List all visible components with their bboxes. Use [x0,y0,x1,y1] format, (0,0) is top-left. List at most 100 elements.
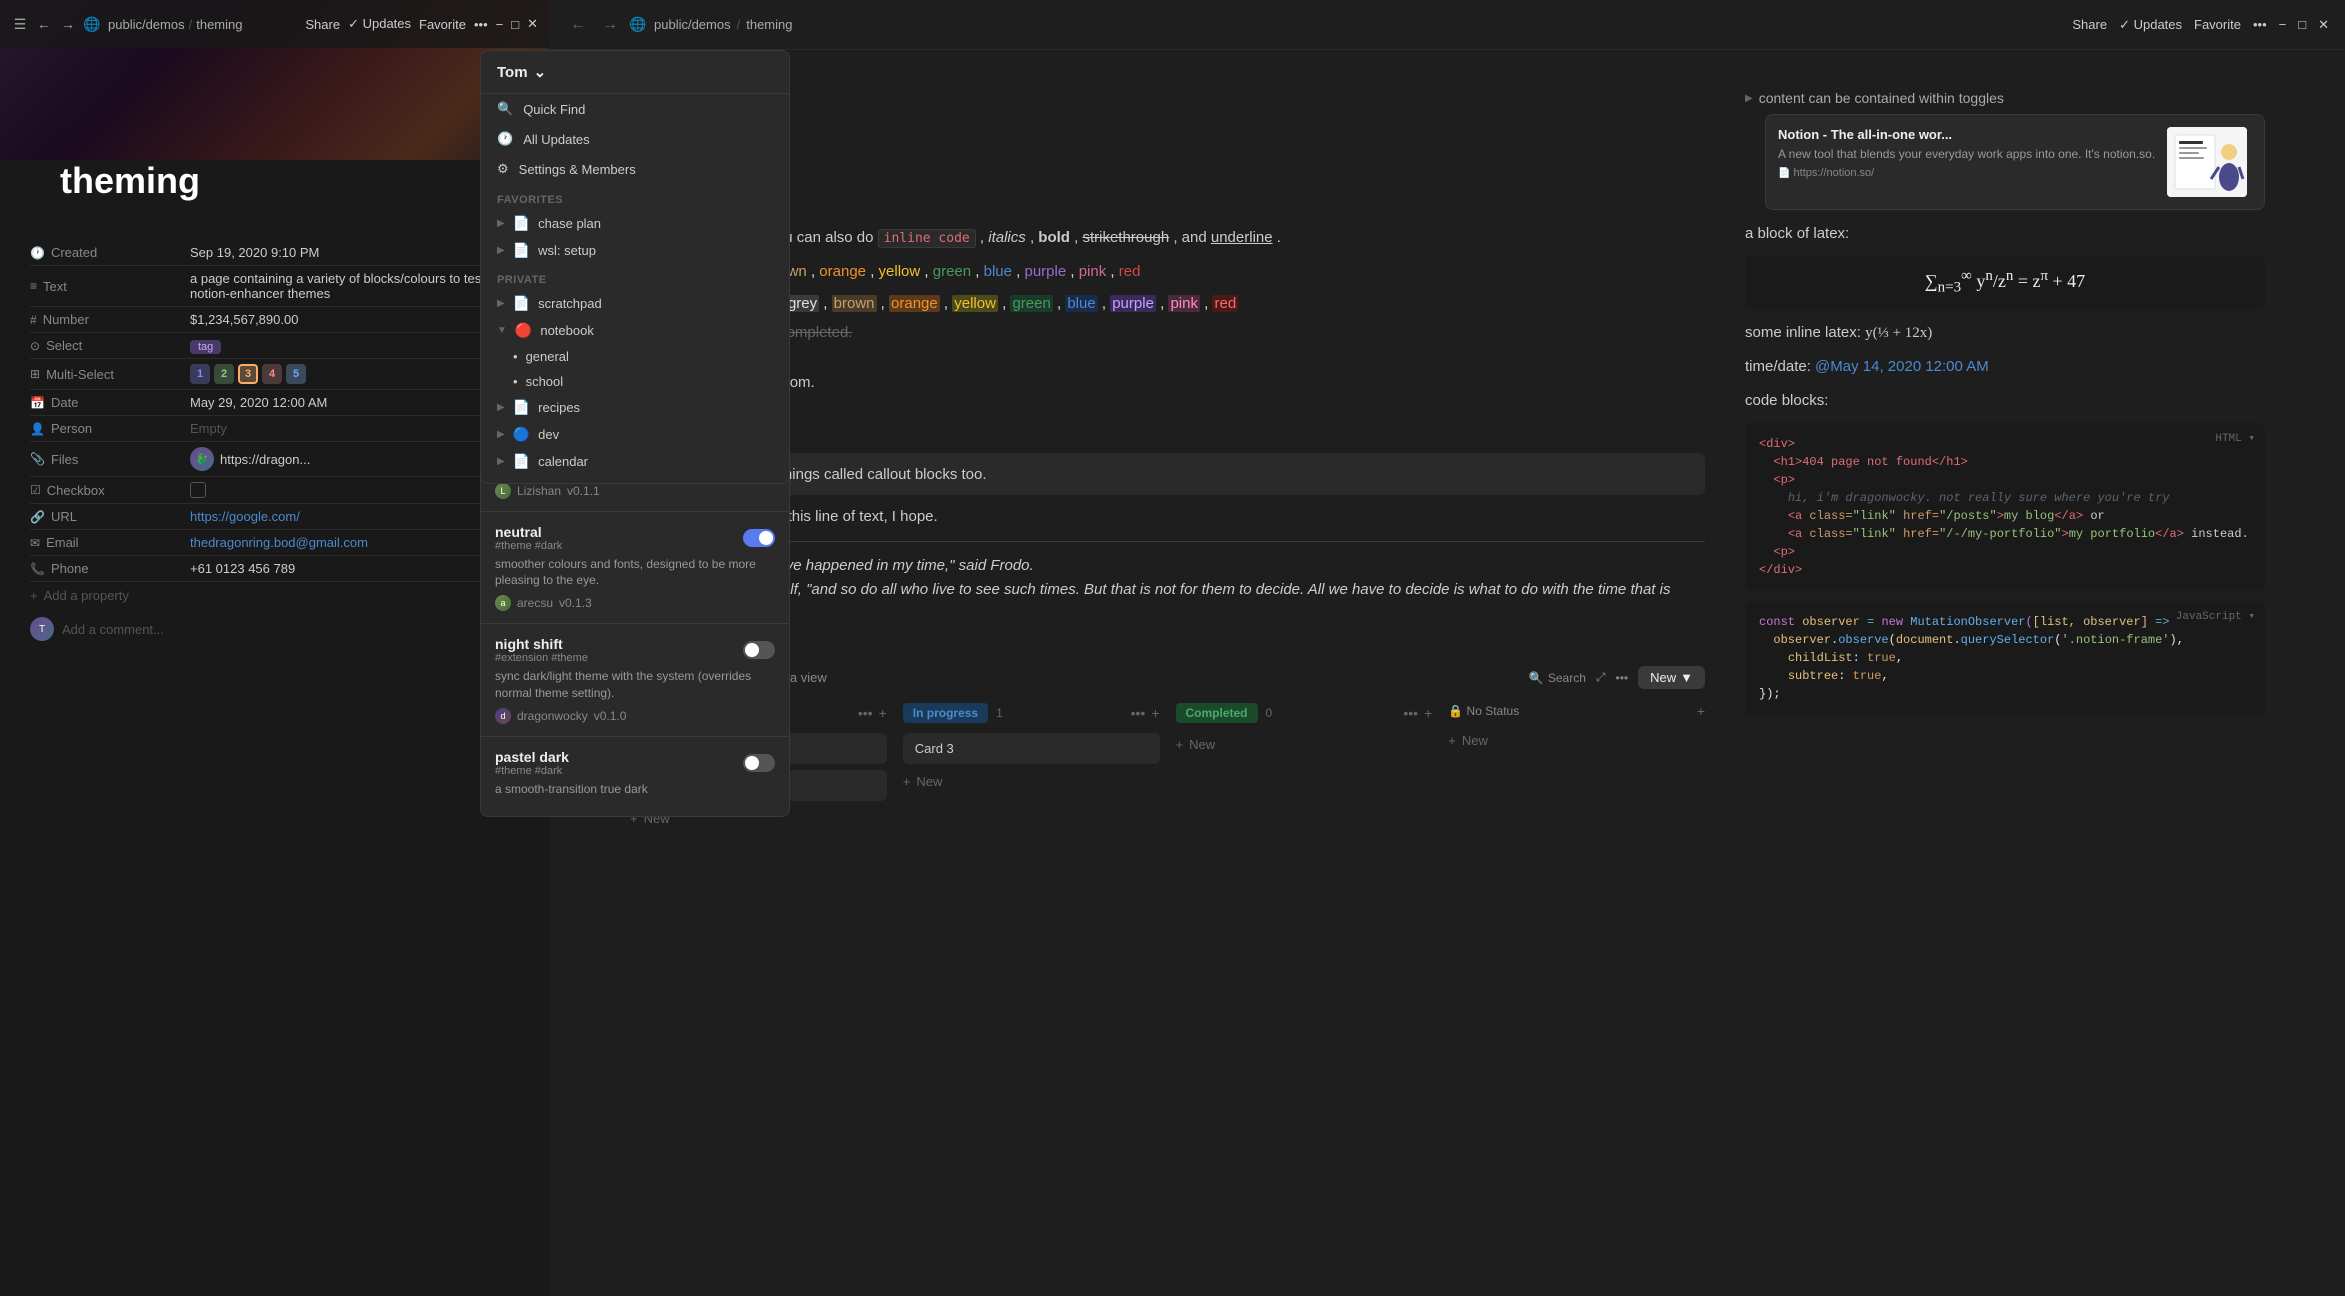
favorite-button[interactable]: Favorite [419,17,466,32]
col-add-button[interactable]: + [1151,705,1159,721]
sidebar-item-general[interactable]: • general [481,344,789,369]
col-add-button[interactable]: + [1424,705,1432,721]
select-value[interactable]: tag [190,338,520,353]
sidebar-item-dev[interactable]: ▶ 🔵 dev [481,421,789,448]
breadcrumb-current[interactable]: theming [196,17,242,32]
settings-item[interactable]: ⚙ Settings & Members [481,154,789,184]
updates-button[interactable]: ✓ Updates [2119,17,2182,33]
embed-title: Notion - The all-in-one wor... [1778,127,2155,142]
updates-button[interactable]: ✓ Updates [348,16,411,32]
col-more-button[interactable]: ••• [1131,705,1146,721]
date-label: Date [51,395,78,410]
board-new-button[interactable]: New ▼ [1638,666,1705,689]
close-button[interactable]: ✕ [2318,17,2329,33]
board-card-card3[interactable]: Card 3 [903,733,1160,764]
prop-phone: 📞 Phone +61 0123 456 789 [30,556,520,582]
sidebar-item-chase-plan[interactable]: ▶ 📄 chase plan [481,210,789,237]
add-card-button-3[interactable]: + New [1176,733,1433,756]
theme-toggle-2[interactable] [743,641,775,659]
col-add-button[interactable]: + [1697,703,1705,719]
all-updates-item[interactable]: 🕐 All Updates [481,124,789,154]
sidebar-item-calendar[interactable]: ▶ 📄 calendar [481,448,789,475]
theme-toggle-3[interactable] [743,754,775,772]
close-button[interactable]: ✕ [527,16,538,32]
minimize-button[interactable]: − [496,17,504,32]
menu-icon[interactable]: ☰ [12,16,28,32]
badge-4: 4 [262,364,282,384]
forward-icon[interactable]: → [60,16,76,32]
toggle-header[interactable]: ▶ content can be contained within toggle… [1745,90,2265,106]
breadcrumb-current[interactable]: theming [746,17,792,32]
number-value[interactable]: $1,234,567,890.00 [190,312,520,327]
breadcrumb-root[interactable]: public/demos [654,17,731,32]
url-label: URL [51,509,77,524]
phone-value[interactable]: +61 0123 456 789 [190,561,520,576]
breadcrumb-root[interactable]: public/demos [108,17,185,32]
favorite-button[interactable]: Favorite [2194,17,2241,32]
back-icon[interactable]: ← [36,16,52,32]
sidebar-item-notebook[interactable]: ▼ 🔴 notebook [481,317,789,344]
text-icon: ≡ [30,279,37,293]
prop-text: ≡ Text a page containing a variety of bl… [30,266,520,307]
numbered-item-2: 2. in a numbered list. [630,393,1705,414]
person-value[interactable]: Empty [190,421,520,436]
sidebar-item-wsl-setup[interactable]: ▶ 📄 wsl: setup [481,237,789,264]
prop-multiselect: ⊞ Multi-Select 1 2 3 4 5 [30,359,520,390]
quick-find-item[interactable]: 🔍 Quick Find [481,94,789,124]
sidebar-item-label: notebook [540,323,594,338]
sidebar-item-recipes[interactable]: ▶ 📄 recipes [481,394,789,421]
toggle-knob-1 [759,531,773,545]
col-more-button[interactable]: ••• [858,705,873,721]
text-value[interactable]: a page containing a variety of blocks/co… [190,271,520,301]
url-value[interactable]: https://google.com/ [190,509,520,524]
board-expand-button[interactable]: ⤢ [1596,670,1606,685]
minimize-button[interactable]: − [2279,17,2287,32]
datetime-value: @May 14, 2020 12:00 AM [1815,358,1989,375]
col-add-button[interactable]: + [879,705,887,721]
col-more-button[interactable]: ••• [1403,705,1418,721]
add-card-button-4[interactable]: + New [1448,729,1705,752]
theme-toggle-1[interactable] [743,529,775,547]
add-card-button-2[interactable]: + New [903,770,1160,793]
maximize-button[interactable]: □ [2298,17,2306,32]
share-button[interactable]: Share [305,17,340,32]
sidebar-item-label: calendar [538,454,588,469]
person-label: Person [51,421,92,436]
page-icon: • [513,349,518,364]
files-value[interactable]: 🐉 https://dragon... [190,447,520,471]
more-button[interactable]: ••• [2253,17,2267,32]
embed-thumbnail [2167,127,2247,197]
sidebar-item-school[interactable]: • school [481,369,789,394]
page-icon: 📄 [513,399,530,416]
date-value[interactable]: May 29, 2020 12:00 AM [190,395,520,410]
checkbox-box[interactable] [190,482,206,498]
prop-url: 🔗 URL https://google.com/ [30,504,520,530]
share-button[interactable]: Share [2072,17,2107,32]
checkbox-value[interactable] [190,482,520,498]
content-columns: h1 h2 h3 this is a link , I think. you c… [630,90,2265,916]
add-icon: + [1176,737,1184,752]
created-value[interactable]: Sep 19, 2020 9:10 PM [190,245,520,260]
text-block-1: this is a link , I think. you can also d… [630,226,1705,250]
multiselect-value[interactable]: 1 2 3 4 5 [190,364,520,384]
code-lang-js[interactable]: JavaScript ▾ [2176,609,2255,626]
theme-tags-2: #extension #theme [495,652,588,664]
more-button[interactable]: ••• [474,17,488,32]
board-more-button[interactable]: ••• [1616,671,1629,685]
topbar-actions: Share ✓ Updates Favorite ••• − □ ✕ [305,16,538,32]
sidebar-item-scratchpad[interactable]: ▶ 📄 scratchpad [481,290,789,317]
code-lang-html[interactable]: HTML ▾ [2215,431,2255,448]
board-search-button[interactable]: 🔍 Search [1529,671,1586,685]
back-nav-button[interactable]: ← [566,13,590,37]
add-comment-area[interactable]: T Add a comment... [30,609,520,649]
forward-nav-button[interactable]: → [598,13,622,37]
number-label: Number [43,312,89,327]
theme-item-1: neutral #theme #dark smoother colours an… [481,511,789,624]
col-header-completed: Completed 0 ••• + [1176,703,1433,723]
col-header-in-progress: In progress 1 ••• + [903,703,1160,723]
maximize-button[interactable]: □ [511,17,519,32]
email-label: Email [46,535,79,550]
add-property-button[interactable]: + Add a property [30,582,520,609]
toggle-content: Notion - The all-in-one wor... A new too… [1765,114,2265,210]
email-value[interactable]: thedragonring.bod@gmail.com [190,535,520,550]
